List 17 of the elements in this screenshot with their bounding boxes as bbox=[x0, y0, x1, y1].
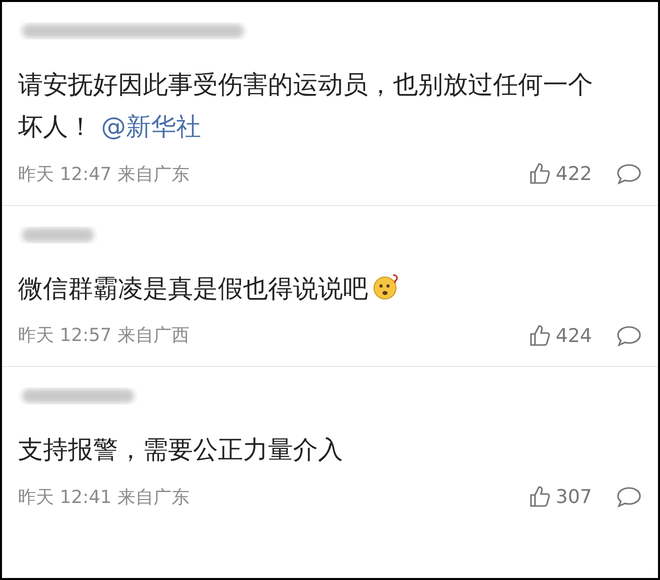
comment-meta: 昨天 12:47 来自广东 bbox=[18, 162, 190, 187]
thumbs-up-icon bbox=[528, 324, 552, 348]
like-button[interactable]: 424 bbox=[528, 322, 592, 350]
comment-meta: 昨天 12:41 来自广东 bbox=[18, 486, 190, 510]
comment-text: 支持报警，需要公正力量介入 bbox=[18, 434, 344, 466]
thumbs-up-icon bbox=[528, 485, 552, 510]
comment-text: 请安抚好因此事受伤害的运动员，也别放过任何一个坏人！ @新华社 bbox=[18, 69, 594, 143]
mention-link[interactable]: @新华社 bbox=[101, 112, 201, 141]
like-button[interactable]: 307 bbox=[528, 483, 592, 512]
thumbs-up-icon bbox=[528, 162, 552, 186]
comment-icon[interactable] bbox=[616, 324, 642, 348]
like-button[interactable]: 422 bbox=[528, 160, 592, 188]
comment-text: 微信群霸凌是真是假也得说说吧 bbox=[18, 268, 642, 310]
comment-meta: 昨天 12:57 来自广西 bbox=[18, 324, 190, 348]
comment-icon[interactable] bbox=[616, 485, 642, 510]
confused-face-icon bbox=[372, 272, 400, 300]
comment-icon[interactable] bbox=[616, 162, 642, 186]
